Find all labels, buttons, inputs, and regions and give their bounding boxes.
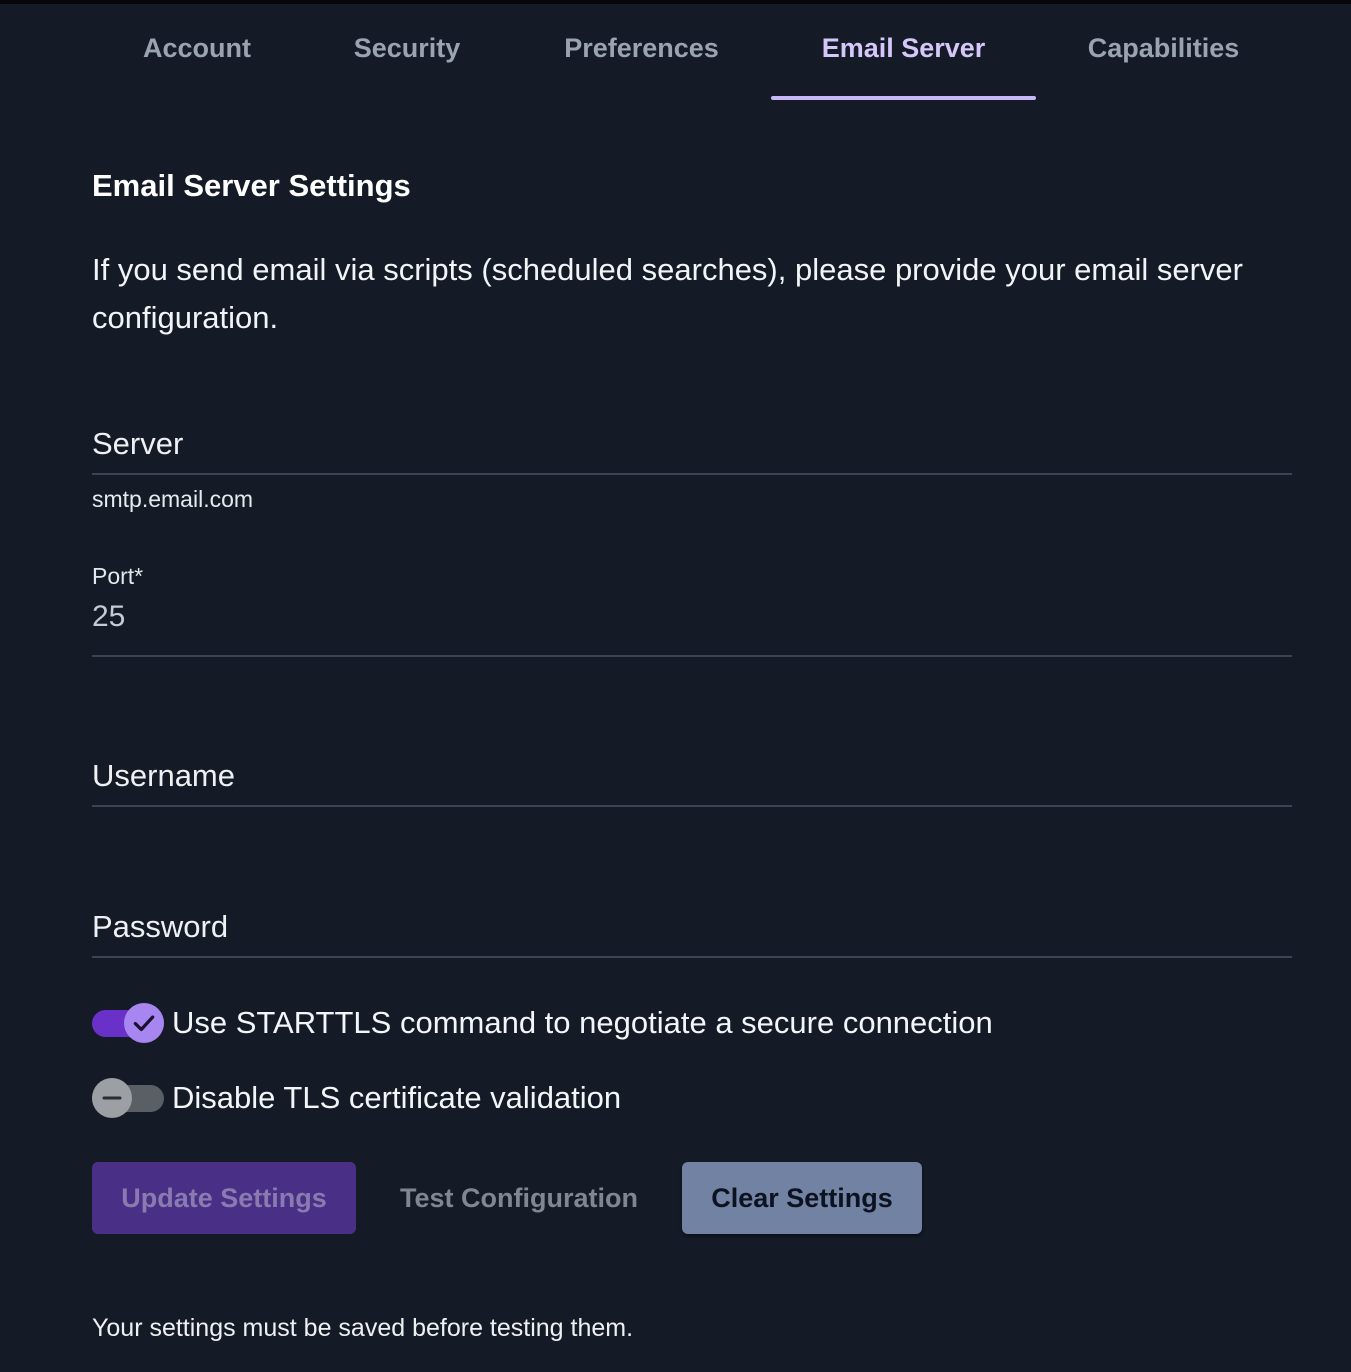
page-title: Email Server Settings: [92, 168, 411, 203]
port-input[interactable]: 25: [92, 600, 125, 634]
port-field[interactable]: Port* 25: [92, 560, 1292, 660]
tab-account[interactable]: Account: [92, 4, 302, 100]
disable-tls-validation-toggle[interactable]: [92, 1076, 164, 1120]
check-icon: [124, 1003, 164, 1043]
clear-settings-button[interactable]: Clear Settings: [682, 1162, 922, 1234]
disable-tls-validation-label: Disable TLS certificate validation: [172, 1080, 622, 1115]
update-settings-button[interactable]: Update Settings: [92, 1162, 356, 1234]
server-underline: [92, 473, 1292, 475]
tab-preferences-label: Preferences: [564, 32, 719, 63]
password-label: Password: [92, 909, 229, 944]
tab-preferences[interactable]: Preferences: [512, 4, 771, 100]
password-field[interactable]: Password: [92, 907, 1292, 961]
tab-capabilities-label: Capabilities: [1087, 32, 1240, 63]
port-underline: [92, 655, 1292, 657]
disable-tls-toggle-row: Disable TLS certificate validation: [92, 1076, 621, 1120]
tab-security[interactable]: Security: [302, 4, 512, 100]
starttls-toggle[interactable]: [92, 1001, 164, 1045]
password-underline: [92, 956, 1292, 958]
tab-email-server-label: Email Server: [821, 32, 986, 63]
tab-account-label: Account: [143, 32, 251, 63]
starttls-toggle-row: Use STARTTLS command to negotiate a secu…: [92, 1001, 993, 1045]
action-buttons: Update Settings Test Configuration Clear…: [92, 1162, 922, 1234]
starttls-label: Use STARTTLS command to negotiate a secu…: [172, 1005, 993, 1040]
server-field[interactable]: Server smtp.email.com: [92, 424, 1292, 524]
username-underline: [92, 805, 1292, 807]
username-field[interactable]: Username: [92, 756, 1292, 810]
tab-capabilities[interactable]: Capabilities: [1036, 4, 1291, 100]
server-label: Server: [92, 426, 184, 461]
port-label: Port*: [92, 563, 144, 589]
test-configuration-button[interactable]: Test Configuration: [356, 1162, 682, 1234]
tab-email-server[interactable]: Email Server: [771, 4, 1036, 100]
username-label: Username: [92, 758, 235, 793]
server-helper-text: smtp.email.com: [92, 486, 254, 512]
settings-tabs: Account Security Preferences Email Serve…: [92, 4, 1291, 100]
tab-security-label: Security: [353, 32, 461, 63]
minus-icon: [92, 1078, 132, 1118]
save-before-test-note: Your settings must be saved before testi…: [92, 1314, 634, 1342]
section-description: If you send email via scripts (scheduled…: [92, 252, 1243, 335]
